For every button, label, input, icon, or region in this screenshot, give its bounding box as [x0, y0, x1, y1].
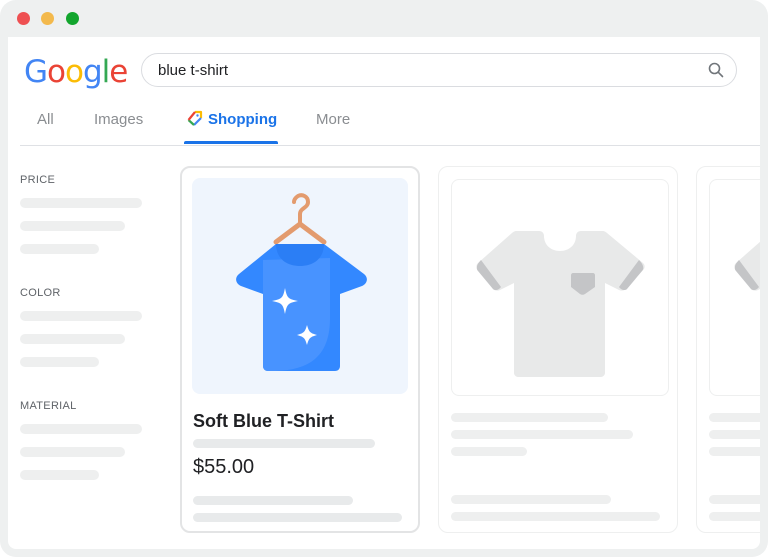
product-card[interactable]: Soft Blue T-Shirt $55.00: [180, 166, 420, 533]
title-placeholder: [451, 413, 608, 422]
browser-window: Google blue t-shirt All Images Shopping …: [0, 0, 768, 557]
filter-option[interactable]: [20, 221, 125, 231]
product-detail-placeholder: [193, 496, 353, 505]
price-placeholder: [451, 447, 527, 456]
filter-price-label: PRICE: [20, 174, 55, 186]
detail-placeholder: [709, 495, 760, 504]
title-placeholder: [709, 413, 760, 422]
filter-option[interactable]: [20, 334, 125, 344]
window-close-button[interactable]: [17, 12, 30, 25]
detail-placeholder: [451, 495, 611, 504]
filter-material-label: MATERIAL: [20, 400, 77, 412]
product-title[interactable]: Soft Blue T-Shirt: [193, 411, 334, 432]
tab-images[interactable]: Images: [94, 111, 143, 128]
logo-letter: g: [83, 54, 102, 90]
product-subtitle-placeholder: [193, 439, 375, 448]
logo-letter: o: [65, 54, 83, 90]
google-logo[interactable]: Google: [24, 54, 127, 90]
product-price: $55.00: [193, 456, 254, 479]
window-maximize-button[interactable]: [66, 12, 79, 25]
filter-option[interactable]: [20, 244, 99, 254]
filter-option[interactable]: [20, 311, 142, 321]
product-card-placeholder[interactable]: [438, 166, 678, 533]
tab-shopping[interactable]: Shopping: [208, 111, 277, 128]
active-tab-indicator: [184, 141, 278, 144]
product-image[interactable]: [451, 179, 669, 396]
filter-color-label: COLOR: [20, 287, 61, 299]
price-placeholder: [709, 447, 760, 456]
tab-all[interactable]: All: [37, 111, 54, 128]
search-input[interactable]: blue t-shirt: [141, 53, 737, 87]
product-detail-placeholder: [193, 513, 402, 522]
blue-tshirt-on-hanger-icon: [192, 178, 408, 394]
page-content: Google blue t-shirt All Images Shopping …: [8, 37, 760, 549]
tab-more[interactable]: More: [316, 111, 350, 128]
filter-option[interactable]: [20, 198, 142, 208]
filter-option[interactable]: [20, 357, 99, 367]
subtitle-placeholder: [709, 430, 760, 439]
logo-letter: G: [24, 54, 47, 90]
placeholder-tshirt-icon: [709, 179, 760, 396]
filter-option[interactable]: [20, 470, 99, 480]
window-minimize-button[interactable]: [41, 12, 54, 25]
logo-letter: e: [109, 54, 127, 90]
shopping-tag-icon: [184, 110, 204, 130]
filter-option[interactable]: [20, 447, 125, 457]
product-image[interactable]: [192, 178, 408, 394]
product-image[interactable]: [709, 179, 760, 396]
logo-letter: o: [47, 54, 65, 90]
product-card-placeholder[interactable]: [696, 166, 760, 533]
detail-placeholder: [709, 512, 760, 521]
search-icon[interactable]: [708, 62, 724, 78]
detail-placeholder: [451, 512, 660, 521]
search-tabs: All Images Shopping More: [20, 109, 760, 146]
placeholder-tshirt-icon: [451, 179, 669, 396]
filter-option[interactable]: [20, 424, 142, 434]
search-query: blue t-shirt: [158, 62, 228, 79]
subtitle-placeholder: [451, 430, 633, 439]
